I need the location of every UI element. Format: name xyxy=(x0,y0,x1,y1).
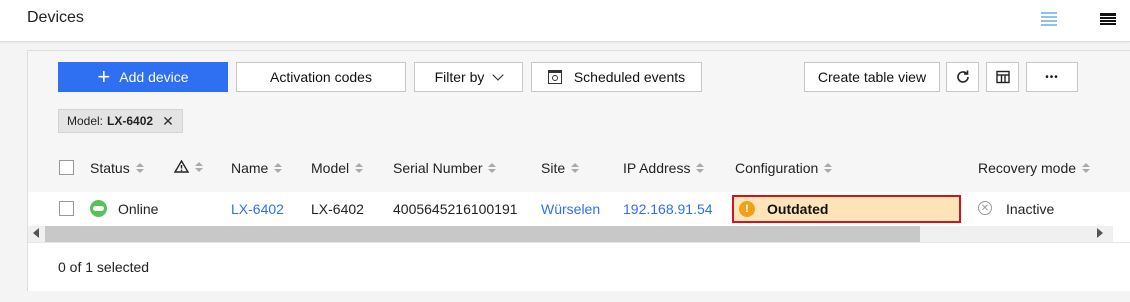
model-cell: LX-6402 xyxy=(311,201,364,217)
column-header-alert[interactable] xyxy=(174,160,203,173)
select-all-checkbox[interactable] xyxy=(59,160,74,175)
refresh-button[interactable] xyxy=(946,62,979,92)
sort-icon xyxy=(696,163,705,173)
warning-icon: ! xyxy=(739,201,755,217)
serial-number-cell: 4005645216100191 xyxy=(393,201,518,217)
scheduled-events-button[interactable]: Scheduled events xyxy=(531,62,702,92)
scrollbar-thumb[interactable] xyxy=(45,226,920,242)
column-header-status[interactable]: Status xyxy=(90,160,144,176)
inactive-x-circle-icon: ✕ xyxy=(978,201,992,215)
column-header-configuration[interactable]: Configuration xyxy=(735,160,833,176)
filter-chip[interactable]: Model: LX-6402 ✕ xyxy=(58,109,183,133)
ip-address-link[interactable]: 192.168.91.54 xyxy=(623,201,713,217)
activation-codes-button[interactable]: Activation codes xyxy=(236,62,406,92)
sort-icon xyxy=(195,161,203,172)
plus-icon: + xyxy=(97,64,111,89)
table-footer: 0 of 1 selected xyxy=(28,242,1130,291)
site-link[interactable]: Würselen xyxy=(541,201,600,217)
column-header-recovery-mode[interactable]: Recovery mode xyxy=(978,160,1091,176)
online-cloud-icon xyxy=(90,200,107,217)
toolbar: + Add device Activation codes Filter by … xyxy=(28,51,1130,193)
column-header-model[interactable]: Model xyxy=(311,160,364,176)
filter-by-button[interactable]: Filter by xyxy=(414,62,523,92)
top-bar: Devices xyxy=(0,0,1130,42)
close-icon[interactable]: ✕ xyxy=(162,113,174,130)
columns-button[interactable] xyxy=(986,62,1019,92)
column-header-serial-number[interactable]: Serial Number xyxy=(393,160,497,176)
sort-icon xyxy=(1082,163,1091,173)
list-view-icon[interactable] xyxy=(1041,12,1057,26)
calendar-icon xyxy=(547,70,562,84)
row-checkbox[interactable] xyxy=(59,201,74,216)
column-header-ip-address[interactable]: IP Address xyxy=(623,160,705,176)
sort-icon xyxy=(135,163,144,173)
more-button[interactable]: ••• xyxy=(1026,62,1078,92)
sort-icon xyxy=(571,163,580,173)
page-title: Devices xyxy=(27,9,84,26)
chevron-down-icon xyxy=(492,69,505,81)
horizontal-scrollbar[interactable] xyxy=(28,226,1113,242)
table-header: Status Name Model Serial Number Site IP … xyxy=(28,145,1130,191)
refresh-icon xyxy=(956,70,969,83)
create-table-view-button[interactable]: Create table view xyxy=(804,62,940,92)
selection-count: 0 of 1 selected xyxy=(58,259,150,275)
sort-icon xyxy=(488,163,497,173)
sort-icon xyxy=(274,163,283,173)
sort-icon xyxy=(355,163,364,173)
column-header-name[interactable]: Name xyxy=(231,160,283,176)
sort-icon xyxy=(824,163,833,173)
status-cell: Online xyxy=(118,201,159,217)
warning-triangle-icon xyxy=(174,160,189,173)
add-device-button[interactable]: + Add device xyxy=(58,62,228,92)
column-header-site[interactable]: Site xyxy=(541,160,580,176)
configuration-badge[interactable]: ! Outdated xyxy=(732,195,961,223)
compact-view-icon[interactable] xyxy=(1100,13,1116,25)
scroll-right-icon[interactable] xyxy=(1097,228,1103,238)
table-row[interactable]: Online LX-6402 LX-6402 4005645216100191 … xyxy=(28,192,1130,226)
recovery-mode-cell: Inactive xyxy=(1006,201,1055,217)
scroll-left-icon[interactable] xyxy=(33,228,39,238)
table-columns-icon xyxy=(995,70,1010,84)
device-name-link[interactable]: LX-6402 xyxy=(231,201,284,217)
devices-card: + Add device Activation codes Filter by … xyxy=(27,50,1130,291)
